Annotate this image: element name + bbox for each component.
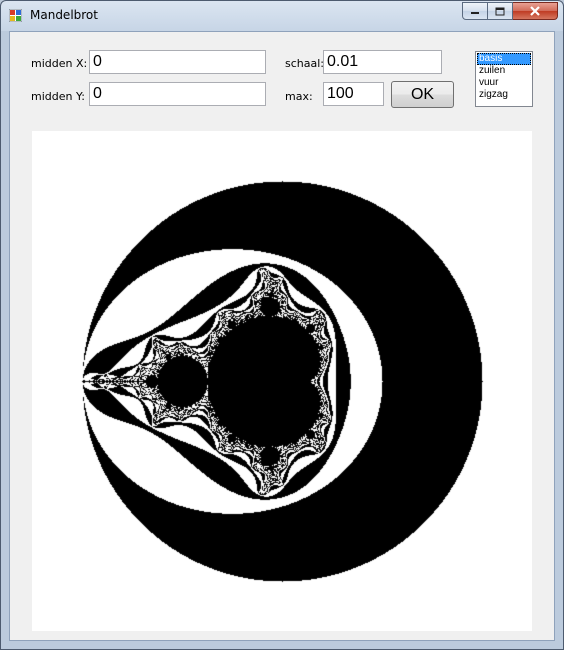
close-icon xyxy=(530,6,540,16)
midden-x-input[interactable]: 0 xyxy=(89,50,266,74)
midden-x-label: midden X: xyxy=(31,57,88,70)
color-mode-item-zigzag[interactable]: zigzag xyxy=(477,89,531,101)
midden-y-input[interactable]: 0 xyxy=(89,82,266,106)
mandelbrot-canvas[interactable] xyxy=(32,131,532,631)
max-label: max: xyxy=(285,90,313,103)
form-client-area: midden X: 0 midden Y: 0 schaal: 0.01 max… xyxy=(9,31,555,641)
minimize-icon xyxy=(471,12,479,14)
maximize-button[interactable] xyxy=(488,2,513,20)
window-title: Mandelbrot xyxy=(30,8,98,22)
maximize-icon xyxy=(495,7,505,15)
app-icon xyxy=(9,9,22,22)
schaal-input[interactable]: 0.01 xyxy=(323,50,442,74)
close-button[interactable] xyxy=(513,2,558,20)
ok-button[interactable]: OK xyxy=(391,81,454,108)
midden-y-label: midden Y: xyxy=(31,90,85,103)
schaal-label: schaal: xyxy=(285,57,324,70)
minimize-button[interactable] xyxy=(462,2,488,20)
color-mode-item-vuur[interactable]: vuur xyxy=(477,77,531,89)
max-input[interactable]: 100 xyxy=(323,82,384,106)
main-window: Mandelbrot midden X: 0 midden Y: 0 schaa… xyxy=(0,0,564,650)
color-mode-listbox[interactable]: basis zuilen vuur zigzag xyxy=(475,51,533,107)
color-mode-item-zuilen[interactable]: zuilen xyxy=(477,65,531,77)
color-mode-item-basis[interactable]: basis xyxy=(477,53,531,65)
title-bar[interactable]: Mandelbrot xyxy=(1,1,563,31)
caption-buttons xyxy=(462,2,558,21)
